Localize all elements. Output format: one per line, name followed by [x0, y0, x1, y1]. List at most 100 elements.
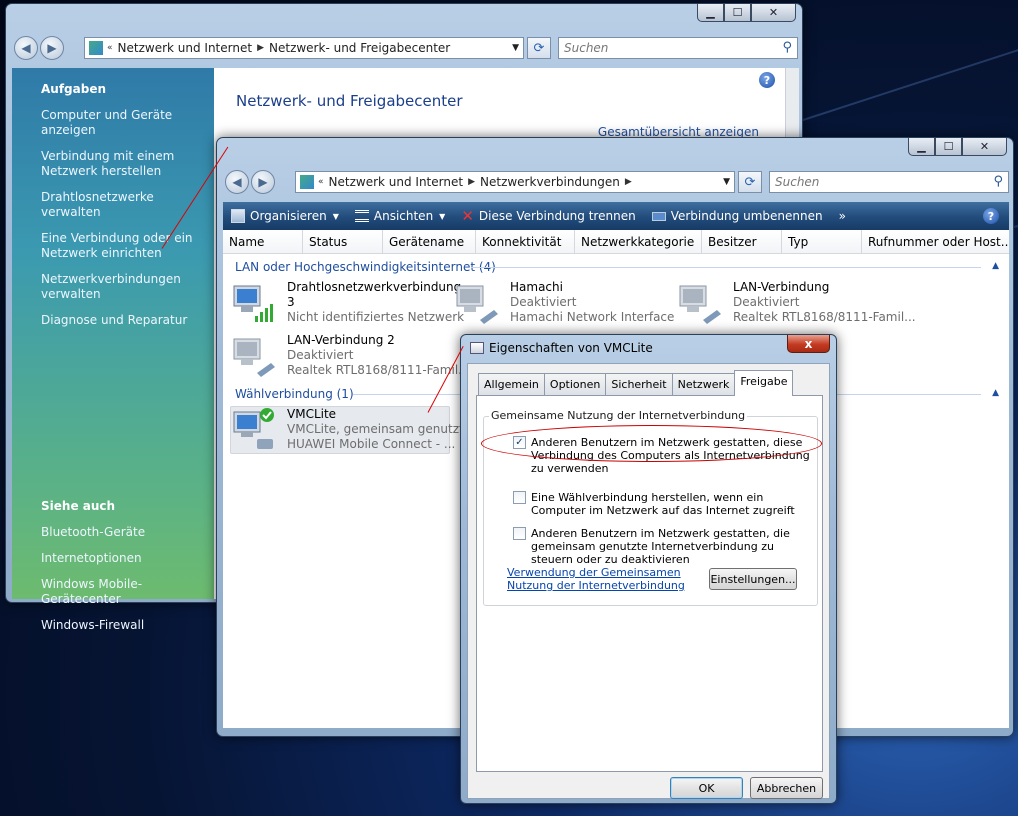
control-panel-icon — [300, 175, 314, 189]
connection-hamachi[interactable]: Hamachi Deaktiviert Hamachi Network Inte… — [454, 280, 674, 328]
connection-name: Drahtlosnetzwerkverbindung 3 — [287, 280, 462, 309]
connection-status: VMCLite, gemeinsam genutzt — [287, 422, 464, 436]
refresh-button[interactable]: ⟳ — [527, 37, 551, 59]
column-name[interactable]: Name — [223, 230, 303, 253]
organize-icon — [231, 209, 245, 223]
search-input[interactable]: Suchen ⚲ — [558, 37, 798, 59]
views-button[interactable]: Ansichten ▼ — [354, 209, 446, 223]
task-sidebar: Aufgaben Computer und Geräte anzeigen Ve… — [12, 68, 216, 632]
tab-security[interactable]: Sicherheit — [605, 373, 673, 395]
allow-control-checkbox[interactable]: Anderen Benutzern im Netzwerk gestatten,… — [513, 527, 813, 566]
organize-button[interactable]: Organisieren ▼ — [231, 209, 339, 223]
see-also-bluetooth[interactable]: Bluetooth-Geräte — [41, 525, 216, 540]
unchecked-box-icon[interactable] — [513, 491, 526, 504]
see-also-mobile-center[interactable]: Windows Mobile-Gerätecenter — [41, 577, 216, 607]
connection-wifi[interactable]: Drahtlosnetzwerkverbindung 3 Nicht ident… — [231, 280, 464, 328]
search-placeholder: Suchen — [775, 175, 820, 189]
group-header-dialup[interactable]: Wählverbindung (1) — [235, 387, 354, 401]
back-icon[interactable]: ◀ — [14, 36, 38, 60]
unchecked-box-icon[interactable] — [513, 527, 526, 540]
disconnect-x-icon: ✕ — [461, 207, 474, 225]
disconnect-label: Diese Verbindung trennen — [478, 209, 636, 223]
connection-device: HUAWEI Mobile Connect - ... — [287, 437, 456, 451]
minimize-button[interactable]: ▁ — [697, 4, 724, 22]
ok-button[interactable]: OK — [670, 777, 743, 799]
address-dropdown-icon[interactable]: ▼ — [512, 43, 519, 53]
refresh-button[interactable]: ⟳ — [738, 171, 762, 193]
address-bar[interactable]: « Netzwerk und Internet ▶ Netzwerk- und … — [84, 37, 524, 59]
dialog-title: Eigenschaften von VMCLite — [489, 341, 653, 355]
connection-vmclite[interactable]: VMCLite VMCLite, gemeinsam genutzt HUAWE… — [230, 406, 464, 454]
help-icon[interactable]: ? — [983, 208, 999, 224]
maximize-button[interactable]: ☐ — [935, 138, 962, 156]
connection-status: Deaktiviert — [510, 295, 577, 309]
breadcrumb-chevron-icon[interactable]: ▶ — [468, 177, 475, 187]
column-category[interactable]: Netzwerkkategorie — [575, 230, 702, 253]
minimize-button[interactable]: ▁ — [908, 138, 935, 156]
dial-on-demand-label: Eine Wählverbindung herstellen, wenn ein… — [531, 491, 795, 517]
rename-button[interactable]: Verbindung umbenennen — [651, 209, 823, 223]
collapse-chevron-icon[interactable]: ▲ — [992, 388, 999, 398]
forward-icon[interactable]: ▶ — [251, 170, 275, 194]
collapse-chevron-icon[interactable]: ▲ — [992, 261, 999, 271]
tab-general[interactable]: Allgemein — [478, 373, 545, 395]
column-type[interactable]: Typ — [782, 230, 862, 253]
back-icon[interactable]: ◀ — [225, 170, 249, 194]
close-button[interactable]: ✕ — [751, 4, 796, 22]
connection-lan1[interactable]: LAN-Verbindung Deaktiviert Realtek RTL81… — [677, 280, 916, 328]
forward-icon[interactable]: ▶ — [40, 36, 64, 60]
see-also-internet-options[interactable]: Internetoptionen — [41, 551, 216, 566]
organize-label: Organisieren — [250, 209, 327, 223]
task-manage-connections[interactable]: Netzwerkverbindungen verwalten — [41, 272, 216, 302]
help-icon[interactable]: ? — [759, 72, 775, 88]
breadcrumb-overflow-icon[interactable]: « — [107, 43, 113, 53]
connection-status: Deaktiviert — [287, 348, 354, 362]
disconnect-button[interactable]: ✕ Diese Verbindung trennen — [461, 207, 635, 225]
breadcrumb-network-internet[interactable]: Netzwerk und Internet — [329, 175, 464, 189]
column-device[interactable]: Gerätename — [383, 230, 476, 253]
column-owner[interactable]: Besitzer — [702, 230, 782, 253]
dial-on-demand-checkbox[interactable]: Eine Wählverbindung herstellen, wenn ein… — [513, 491, 813, 517]
maximize-button[interactable]: ☐ — [724, 4, 751, 22]
column-phone-host[interactable]: Rufnummer oder Host... — [862, 230, 1009, 253]
breadcrumb-network-connections[interactable]: Netzwerkverbindungen — [480, 175, 620, 189]
connection-status: Nicht identifiziertes Netzwerk — [287, 310, 465, 324]
tab-sharing[interactable]: Freigabe — [734, 370, 794, 396]
tab-options[interactable]: Optionen — [543, 373, 607, 395]
group-header-lan[interactable]: LAN oder Hochgeschwindigkeitsinternet (4… — [235, 260, 496, 274]
task-diagnose[interactable]: Diagnose und Reparatur — [41, 313, 216, 328]
column-connectivity[interactable]: Konnektivität — [476, 230, 575, 253]
task-view-computers[interactable]: Computer und Geräte anzeigen — [41, 108, 216, 138]
search-placeholder: Suchen — [564, 41, 609, 55]
close-button[interactable]: x — [787, 335, 830, 353]
command-bar: Organisieren ▼ Ansichten ▼ ✕ Diese Verbi… — [223, 202, 1009, 230]
address-bar[interactable]: « Netzwerk und Internet ▶ Netzwerkverbin… — [295, 171, 735, 193]
breadcrumb-sharing-center[interactable]: Netzwerk- und Freigabecenter — [269, 41, 450, 55]
cancel-button[interactable]: Abbrechen — [750, 777, 823, 799]
more-commands-button[interactable]: » — [839, 209, 846, 223]
allow-control-label: Anderen Benutzern im Netzwerk gestatten,… — [531, 527, 790, 566]
breadcrumb-overflow-icon[interactable]: « — [318, 177, 324, 187]
tab-network[interactable]: Netzwerk — [671, 373, 736, 395]
wallpaper-streak — [799, 39, 1018, 122]
task-setup-connection[interactable]: Eine Verbindung oder ein Netzwerk einric… — [41, 231, 216, 261]
search-icon[interactable]: ⚲ — [993, 172, 1003, 192]
task-connect-network[interactable]: Verbindung mit einem Netzwerk herstellen — [41, 149, 216, 179]
column-status[interactable]: Status — [303, 230, 383, 253]
breadcrumb-chevron-icon[interactable]: ▶ — [625, 177, 632, 187]
dropdown-arrow-icon: ▼ — [439, 211, 446, 221]
connection-lan2[interactable]: LAN-Verbindung 2 Deaktiviert Realtek RTL… — [231, 333, 470, 381]
settings-button[interactable]: Einstellungen... — [709, 568, 797, 590]
close-button[interactable]: ✕ — [962, 138, 1007, 156]
connection-name: VMCLite — [287, 407, 337, 421]
window-controls: ▁ ☐ ✕ — [908, 138, 1007, 156]
views-label: Ansichten — [373, 209, 434, 223]
address-dropdown-icon[interactable]: ▼ — [723, 177, 730, 187]
search-input[interactable]: Suchen ⚲ — [769, 171, 1009, 193]
connection-device: Realtek RTL8168/8111-Famil... — [733, 310, 916, 324]
breadcrumb-chevron-icon[interactable]: ▶ — [257, 43, 264, 53]
search-icon[interactable]: ⚲ — [782, 38, 792, 58]
see-also-firewall[interactable]: Windows-Firewall — [41, 618, 216, 633]
breadcrumb-network-internet[interactable]: Netzwerk und Internet — [118, 41, 253, 55]
ics-help-link[interactable]: Verwendung der Gemeinsamen Nutzung der I… — [507, 566, 707, 592]
